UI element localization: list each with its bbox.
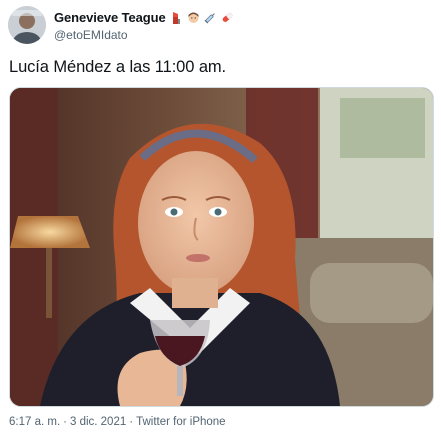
- tweet-header: Genevieve Teague @etoEMIdato: [8, 6, 433, 46]
- woman-face-icon: [187, 11, 200, 24]
- meta-separator: ·: [129, 416, 134, 428]
- display-name[interactable]: Genevieve Teague: [54, 10, 166, 25]
- meta-separator: ·: [63, 416, 67, 428]
- lipstick-icon: [170, 11, 183, 24]
- user-handle[interactable]: @etoEMIdato: [54, 28, 234, 42]
- girl-with-wine-glass-photo: [10, 88, 433, 406]
- tweet-meta: 6:17 a. m. · 3 dic. 2021 · Twitter for i…: [9, 416, 226, 428]
- user-names: Genevieve Teague @etoEMIdato: [54, 9, 234, 42]
- tweet-date[interactable]: 3 dic. 2021: [70, 416, 126, 428]
- avatar-photo-icon: [8, 6, 46, 44]
- tweet-text: Lucía Méndez a las 11:00 am.: [9, 58, 227, 76]
- pill-icon: [221, 11, 234, 24]
- user-avatar[interactable]: [8, 6, 46, 44]
- syringe-icon: [204, 11, 217, 24]
- tweet-media[interactable]: [9, 87, 434, 407]
- tweet-time[interactable]: 6:17 a. m.: [9, 416, 60, 428]
- tweet-source[interactable]: Twitter for iPhone: [136, 416, 225, 428]
- tweet-card: Genevieve Teague @etoEMIdato Lucía Ménde…: [0, 0, 441, 438]
- twitter-bird-icon: [409, 8, 429, 28]
